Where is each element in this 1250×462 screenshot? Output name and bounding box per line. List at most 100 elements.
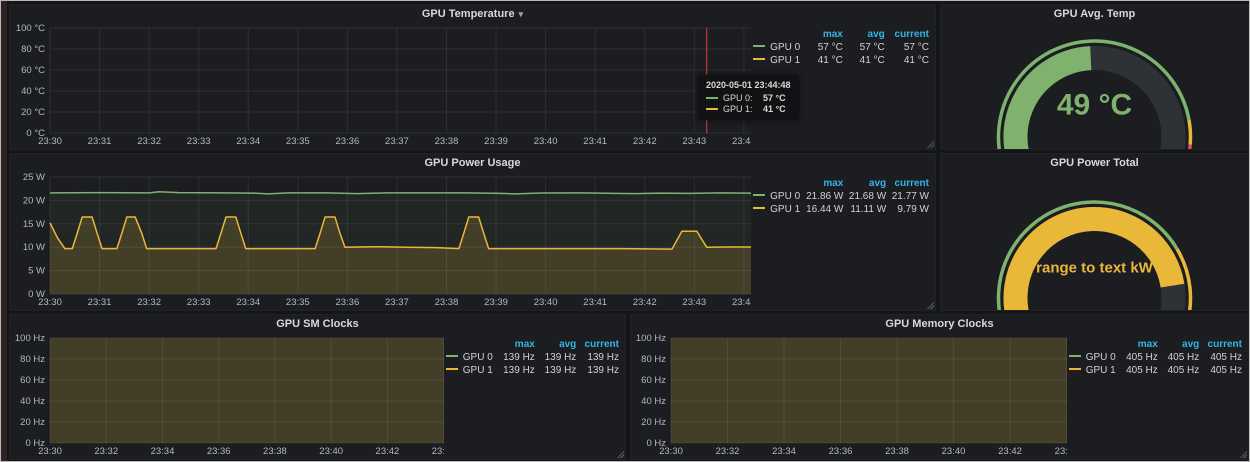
series-color-dash-icon bbox=[706, 97, 718, 99]
legend-series-name[interactable]: GPU 1 bbox=[1067, 364, 1119, 377]
legend-series-name[interactable]: GPU 1 bbox=[444, 364, 496, 377]
gpu-sm-clocks-chart[interactable]: 0 Hz20 Hz40 Hz60 Hz80 Hz100 Hz23:3023:32… bbox=[10, 332, 444, 459]
series-color-dash-icon bbox=[446, 368, 458, 370]
svg-text:10 W: 10 W bbox=[23, 242, 45, 253]
svg-text:23:40: 23:40 bbox=[319, 446, 343, 457]
legend-value: 139 Hz bbox=[578, 351, 621, 364]
svg-text:49 °C: 49 °C bbox=[1057, 89, 1132, 122]
svg-text:23:33: 23:33 bbox=[187, 136, 211, 147]
legend-value: 57 °C bbox=[887, 41, 931, 54]
svg-text:23:32: 23:32 bbox=[137, 136, 161, 147]
legend-value: 41 °C bbox=[803, 54, 845, 67]
svg-text:23:40: 23:40 bbox=[534, 136, 558, 147]
panel-resize-handle[interactable] bbox=[616, 450, 624, 458]
legend-series-name[interactable]: GPU 1 bbox=[751, 54, 803, 67]
legend-column-header: max bbox=[803, 177, 846, 190]
svg-text:23:32: 23:32 bbox=[137, 297, 161, 308]
legend-value: 9.79 W bbox=[888, 203, 931, 216]
legend-value: 57 °C bbox=[845, 41, 887, 54]
svg-text:23:36: 23:36 bbox=[829, 446, 853, 457]
panel-gpu-sm-clocks: GPU SM Clocks 0 Hz20 Hz40 Hz60 Hz80 Hz10… bbox=[9, 314, 626, 460]
panel-gpu-avg-temp: GPU Avg. Temp 49 °C bbox=[940, 4, 1249, 150]
legend-row: GPU 0405 Hz405 Hz405 Hz bbox=[1067, 351, 1244, 364]
legend-column-header: max bbox=[495, 338, 536, 351]
legend-value: 405 Hz bbox=[1118, 351, 1160, 364]
svg-text:23:36: 23:36 bbox=[207, 446, 231, 457]
legend-series-name[interactable]: GPU 0 bbox=[1067, 351, 1119, 364]
svg-text:23:30: 23:30 bbox=[38, 446, 62, 457]
svg-text:23:42: 23:42 bbox=[998, 446, 1022, 457]
legend-gpu-power-usage: maxavgcurrentGPU 021.86 W21.68 W21.77 WG… bbox=[751, 171, 935, 216]
panel-title-gpu-power-total[interactable]: GPU Power Total bbox=[941, 154, 1248, 171]
svg-text:23:30: 23:30 bbox=[38, 297, 62, 308]
panel-title-text: GPU SM Clocks bbox=[276, 318, 359, 330]
series-color-dash-icon bbox=[753, 58, 765, 60]
legend-column-header: current bbox=[887, 28, 931, 41]
panel-title-gpu-power-usage[interactable]: GPU Power Usage bbox=[10, 154, 935, 171]
panel-resize-handle[interactable] bbox=[1239, 450, 1247, 458]
svg-text:100 Hz: 100 Hz bbox=[636, 333, 666, 344]
svg-text:20 Hz: 20 Hz bbox=[20, 417, 45, 428]
svg-text:80 Hz: 80 Hz bbox=[641, 354, 666, 365]
legend-series-name[interactable]: GPU 0 bbox=[444, 351, 496, 364]
panel-title-text: GPU Temperature bbox=[422, 8, 515, 20]
panel-title-gpu-avg-temp[interactable]: GPU Avg. Temp bbox=[941, 5, 1248, 22]
svg-text:23:39: 23:39 bbox=[484, 297, 508, 308]
legend-column-header: current bbox=[578, 338, 621, 351]
panel-resize-handle[interactable] bbox=[926, 140, 934, 148]
legend-series-name[interactable]: GPU 0 bbox=[751, 41, 803, 54]
panel-gpu-power-usage: GPU Power Usage 0 W5 W10 W15 W20 W25 W23… bbox=[9, 153, 936, 311]
svg-text:60 °C: 60 °C bbox=[21, 65, 45, 76]
svg-text:23:39: 23:39 bbox=[484, 136, 508, 147]
panel-gpu-memory-clocks: GPU Memory Clocks 0 Hz20 Hz40 Hz60 Hz80 … bbox=[630, 314, 1249, 460]
svg-text:23:44: 23:44 bbox=[732, 136, 751, 147]
svg-text:23:44: 23:44 bbox=[432, 446, 444, 457]
chevron-down-icon: ▾ bbox=[519, 9, 524, 19]
legend-value: 21.68 W bbox=[845, 190, 888, 203]
series-color-dash-icon bbox=[1069, 368, 1081, 370]
svg-text:23:38: 23:38 bbox=[435, 297, 459, 308]
gpu-power-usage-chart[interactable]: 0 W5 W10 W15 W20 W25 W23:3023:3123:3223:… bbox=[10, 171, 751, 310]
svg-text:23:43: 23:43 bbox=[682, 136, 706, 147]
svg-text:23:33: 23:33 bbox=[187, 297, 211, 308]
legend-column-header: current bbox=[1201, 338, 1244, 351]
svg-text:20 °C: 20 °C bbox=[21, 107, 45, 118]
panel-title-text: GPU Memory Clocks bbox=[885, 318, 993, 330]
legend-series-name[interactable]: GPU 1 bbox=[751, 203, 802, 216]
panel-title-gpu-sm-clocks[interactable]: GPU SM Clocks bbox=[10, 315, 625, 332]
legend-value: 139 Hz bbox=[578, 364, 621, 377]
legend-row: GPU 021.86 W21.68 W21.77 W bbox=[751, 190, 931, 203]
gpu-temperature-chart[interactable]: 0 °C20 °C40 °C60 °C80 °C100 °C23:3023:31… bbox=[10, 22, 751, 149]
legend-gpu-memory-clocks: maxavgcurrentGPU 0405 Hz405 Hz405 HzGPU … bbox=[1067, 332, 1248, 377]
legend-row: GPU 0139 Hz139 Hz139 Hz bbox=[444, 351, 621, 364]
svg-text:23:32: 23:32 bbox=[716, 446, 740, 457]
svg-text:23:31: 23:31 bbox=[88, 136, 112, 147]
series-color-dash-icon bbox=[1069, 355, 1081, 357]
legend-value: 21.86 W bbox=[803, 190, 846, 203]
panel-title-gpu-temperature[interactable]: GPU Temperature ▾ bbox=[10, 5, 935, 22]
svg-text:23:44: 23:44 bbox=[1055, 446, 1067, 457]
legend-column-header: max bbox=[1118, 338, 1160, 351]
legend-column-header: avg bbox=[845, 177, 888, 190]
gpu-memory-clocks-chart[interactable]: 0 Hz20 Hz40 Hz60 Hz80 Hz100 Hz23:3023:32… bbox=[631, 332, 1067, 459]
legend-series-name[interactable]: GPU 0 bbox=[751, 190, 802, 203]
svg-text:23:42: 23:42 bbox=[633, 136, 657, 147]
svg-text:23:38: 23:38 bbox=[263, 446, 287, 457]
svg-text:23:34: 23:34 bbox=[151, 446, 175, 457]
legend-row: GPU 057 °C57 °C57 °C bbox=[751, 41, 931, 54]
panel-resize-handle[interactable] bbox=[926, 301, 934, 309]
panel-title-gpu-memory-clocks[interactable]: GPU Memory Clocks bbox=[631, 315, 1248, 332]
legend-row: GPU 116.44 W11.11 W9.79 W bbox=[751, 203, 931, 216]
legend-value: 405 Hz bbox=[1201, 351, 1244, 364]
legend-gpu-temperature: maxavgcurrentGPU 057 °C57 °C57 °CGPU 141… bbox=[751, 22, 935, 67]
svg-text:23:41: 23:41 bbox=[583, 297, 607, 308]
legend-value: 11.11 W bbox=[845, 203, 888, 216]
svg-text:23:35: 23:35 bbox=[286, 297, 310, 308]
tooltip-series-row: GPU 0:57 °C bbox=[706, 93, 791, 103]
legend-column-header: current bbox=[888, 177, 931, 190]
legend-column-header: avg bbox=[1160, 338, 1202, 351]
svg-text:23:43: 23:43 bbox=[682, 297, 706, 308]
legend-value: 139 Hz bbox=[537, 364, 578, 377]
svg-text:23:34: 23:34 bbox=[236, 136, 260, 147]
svg-text:15 W: 15 W bbox=[23, 219, 45, 230]
